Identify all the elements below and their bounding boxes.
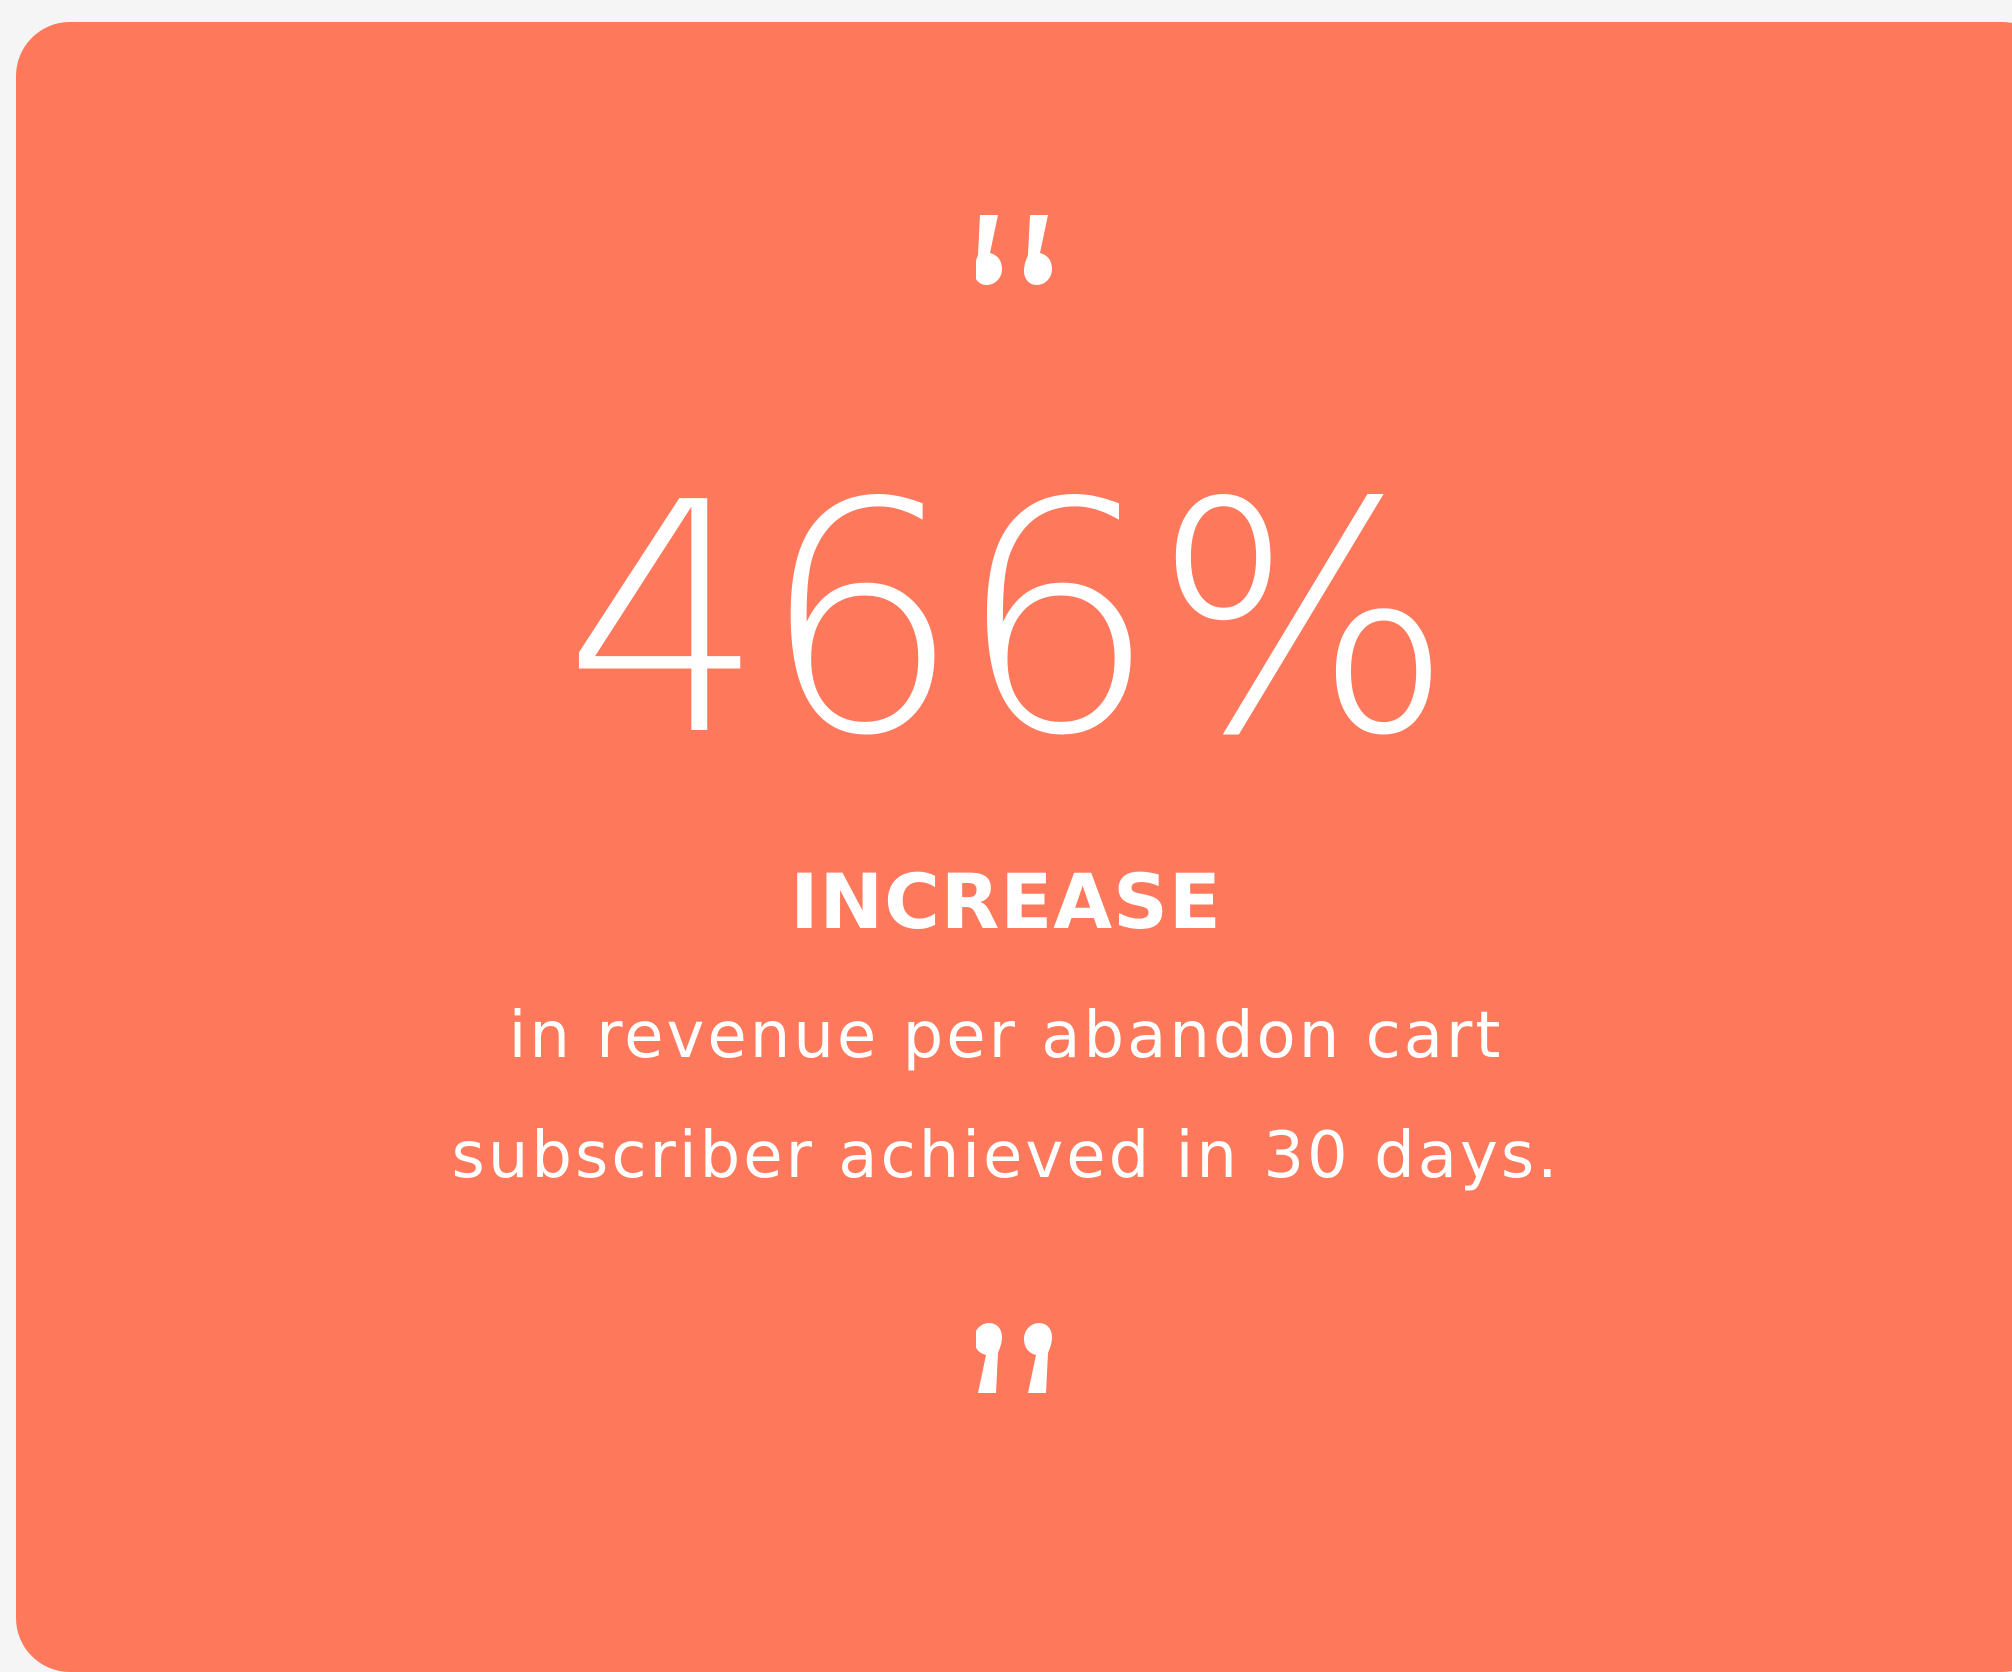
description-line: in revenue per abandon cart — [508, 999, 1504, 1073]
statistic-description: in revenue per abandon cart subscriber a… — [0, 976, 2012, 1216]
statistic-label: INCREASE — [790, 857, 1222, 946]
close-quote-icon — [976, 1323, 1052, 1393]
open-quote-icon — [976, 215, 1052, 285]
statistic-value: 466% — [563, 435, 1454, 805]
description-line: subscriber achieved in 30 days. — [451, 1119, 1561, 1193]
